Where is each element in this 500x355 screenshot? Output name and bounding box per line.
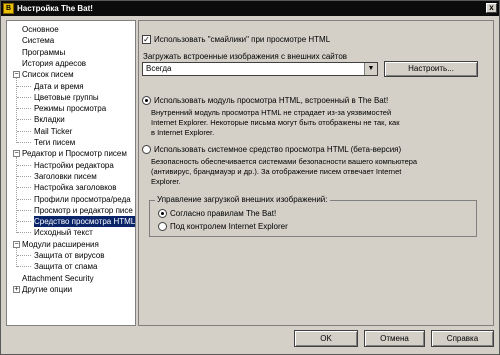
system-desc-line: Explorer. [151,177,181,186]
tree-item-general[interactable]: Основное [22,24,59,35]
configure-button[interactable]: Настроить... [384,61,478,77]
tree-guide-line [17,255,31,256]
tree-item-editor-settings[interactable]: Настройки редактора [34,160,114,171]
tree-guide-line [17,187,31,189]
builtin-viewer-radio[interactable] [142,96,151,105]
cancel-button[interactable]: Отмена [364,330,425,347]
tree-item-html-viewer[interactable]: Средство просмотра HTML [34,216,135,228]
window-title: Настройка The Bat! [17,4,93,13]
tree-item-system[interactable]: Система [22,35,54,46]
expand-icon[interactable]: + [13,285,20,293]
collapse-icon[interactable]: − [13,150,20,158]
tree-item-virus-protection[interactable]: Защита от вирусов [34,250,105,261]
settings-window: B Настройка The Bat! x Основное Система Пр… [0,0,500,355]
builtin-desc-line: Internet Explorer. Некоторые письма могу… [151,118,400,127]
system-viewer-radio[interactable] [142,145,151,154]
load-images-label: Загружать встроенные изображения с внешн… [143,52,348,61]
tree-item-attachment-security[interactable]: Attachment Security [22,273,94,284]
close-button[interactable]: x [486,3,497,13]
external-images-group-title: Управление загрузкой внешних изображений… [155,195,330,204]
tree-guide-line [16,247,17,268]
rules-radio-label[interactable]: Согласно правилам The Bat! [170,209,276,218]
check-mark-icon: ✓ [143,35,150,44]
use-smileys-label[interactable]: Использовать "смайлики" при просмотре HT… [154,35,330,44]
tree-item-other-options[interactable]: Другие опции [22,284,72,295]
tree-guide-line [17,119,31,121]
tree-item-view-edit-profiles[interactable]: Профили просмотра/реда [34,194,131,205]
collapse-icon[interactable]: − [13,240,20,248]
tree-item-color-groups[interactable]: Цветовые группы [34,92,99,103]
tree-guide-line [17,130,31,132]
tree-item-tabs[interactable]: Вкладки [34,114,65,125]
external-images-group [149,200,477,237]
bat-app-icon: B [3,3,14,14]
tree-guide-line [17,108,31,110]
title-bar[interactable]: B Настройка The Bat! x [1,1,499,16]
tree-item-programs[interactable]: Программы [22,47,65,58]
tree-guide-line [17,142,31,143]
tree-guide-line [17,232,31,234]
system-desc-line: Безопасность обеспечивается системами бе… [151,157,418,166]
tree-item-mail-ticker[interactable]: Mail Ticker [34,126,72,137]
tree-guide-line [16,78,17,143]
tree-item-viewer-editor[interactable]: Просмотр и редактор писе [34,205,133,216]
rules-radio[interactable] [158,209,167,218]
help-button[interactable]: Справка [431,330,494,347]
tree-item-editor-viewer[interactable]: Редактор и Просмотр писем [22,148,127,159]
builtin-viewer-description: Внутренний модуль просмотра HTML не стра… [151,108,400,138]
tree-item-extensions[interactable]: Модули расширения [22,239,99,250]
builtin-desc-line: Внутренний модуль просмотра HTML не стра… [151,108,392,117]
tree-item-message-tags[interactable]: Теги писем [34,137,75,148]
settings-tree[interactable]: Основное Система Программы История адресов −… [6,20,136,326]
load-images-select[interactable]: Всегда ▼ [142,62,378,76]
ie-control-radio[interactable] [158,222,167,231]
tree-guide-line [17,221,31,223]
tree-item-view-modes[interactable]: Режимы просмотра [34,103,106,114]
tree-item-spam-protection[interactable]: Защита от спама [34,261,97,272]
tree-guide-line [17,175,31,177]
tree-item-message-headers[interactable]: Заголовки писем [34,171,97,182]
tree-item-address-history[interactable]: История адресов [22,58,86,69]
builtin-viewer-label[interactable]: Использовать модуль просмотра HTML, встр… [154,96,388,105]
chevron-down-icon[interactable]: ▼ [364,63,377,75]
system-desc-line: (антивирус, брандмауэр и др.). За отобра… [151,167,402,176]
ie-control-radio-label[interactable]: Под контролем Internet Explorer [170,222,288,231]
tree-item-header-settings[interactable]: Настройка заголовков [34,182,116,193]
collapse-icon[interactable]: − [13,71,20,79]
tree-guide-line [17,266,31,268]
builtin-desc-line: в Internet Explorer. [151,128,215,137]
tree-guide-line [17,164,31,166]
tree-guide-line [17,209,31,211]
tree-guide-line [17,198,31,200]
tree-guide-line [17,85,31,87]
load-images-value: Всегда [146,64,172,73]
tree-item-date-time[interactable]: Дата и время [34,81,84,92]
tree-item-message-list[interactable]: Список писем [22,69,74,80]
tree-guide-line [17,96,31,98]
tree-item-source-text[interactable]: Исходный текст [34,227,93,238]
system-viewer-description: Безопасность обеспечивается системами бе… [151,157,417,187]
ok-button[interactable]: OK [294,330,358,347]
system-viewer-label[interactable]: Использовать системное средство просмотр… [154,145,401,154]
use-smileys-checkbox[interactable]: ✓ [142,35,151,44]
close-icon: x [489,3,494,12]
